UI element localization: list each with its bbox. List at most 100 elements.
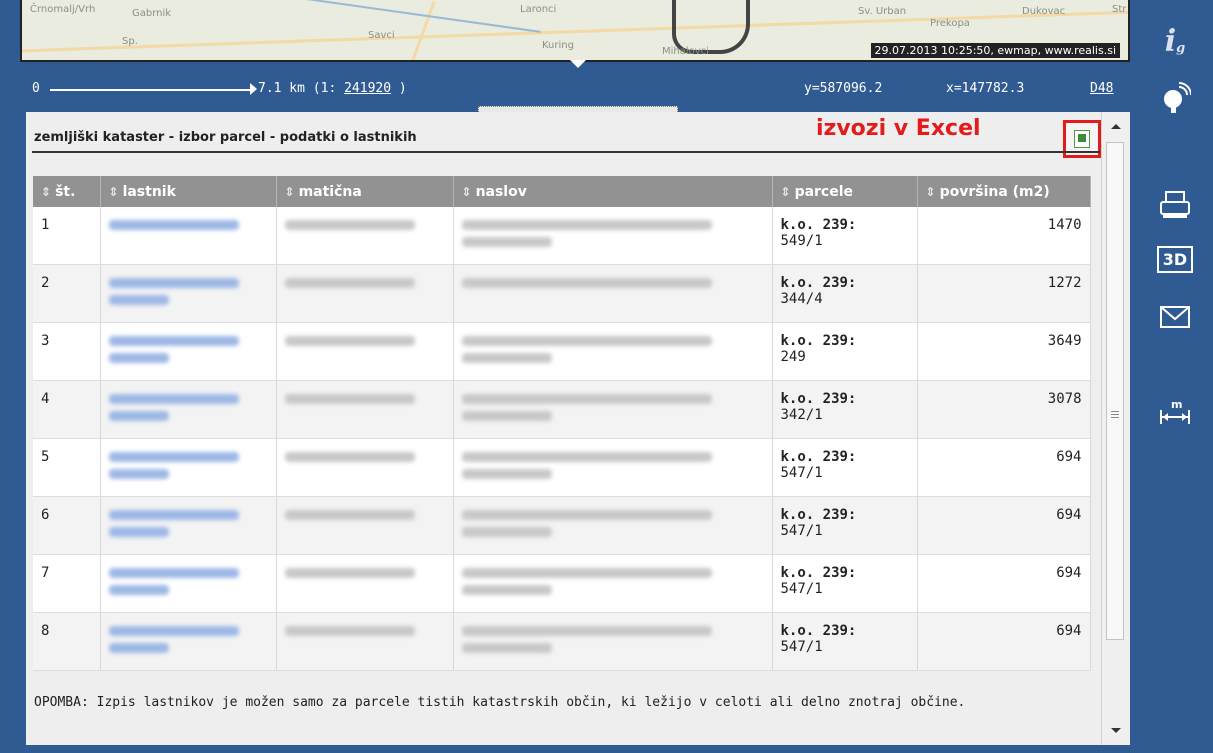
datum-link[interactable]: D48: [1090, 81, 1113, 96]
table-row: 2 k.o. 239: 344/4 1272: [33, 264, 1091, 323]
address-cell: [453, 612, 773, 671]
scroll-down-icon[interactable]: [1111, 728, 1121, 733]
export-label: izvozi v Excel: [816, 116, 981, 141]
area-cell: 694: [917, 554, 1091, 613]
scroll-up-icon[interactable]: [1111, 124, 1121, 129]
scale-ratio-link[interactable]: 241920: [344, 81, 391, 96]
redacted-address: [461, 585, 552, 595]
3d-icon[interactable]: 3D: [1154, 240, 1196, 278]
id-cell: [276, 496, 454, 555]
map-label: Laronci: [520, 4, 557, 15]
owner-link[interactable]: [100, 380, 277, 439]
col-header-no[interactable]: ⇕ št.: [33, 176, 101, 207]
grip-icon: [1111, 411, 1119, 412]
address-cell: [453, 207, 773, 265]
row-number: 5: [33, 438, 101, 497]
owner-link[interactable]: [100, 264, 277, 323]
map-collapse-arrow[interactable]: [570, 60, 586, 68]
redacted-name: [108, 220, 239, 230]
redacted-id: [284, 452, 415, 462]
sort-icon: ⇕: [284, 184, 295, 199]
owner-link[interactable]: [100, 554, 277, 613]
redacted-address: [461, 336, 712, 346]
address-cell: [453, 438, 773, 497]
coord-x: x=147782.3: [946, 81, 1025, 96]
area-cell: 1470: [917, 207, 1091, 265]
parcel-cell: k.o. 239: 547/1: [772, 438, 918, 497]
area-cell: 3078: [917, 380, 1091, 439]
map-view[interactable]: Črnomalj/Vrh Gabrnik Sp. Savci Laronci K…: [20, 0, 1130, 62]
redacted-address: [461, 220, 712, 230]
col-header-owner[interactable]: ⇕ lastnik: [100, 176, 277, 207]
parcel-cell: k.o. 239: 547/1: [772, 496, 918, 555]
map-river: [243, 0, 541, 33]
row-number: 2: [33, 264, 101, 323]
scroll-thumb[interactable]: [1106, 142, 1124, 640]
sort-icon: ⇕: [925, 184, 936, 199]
owner-link[interactable]: [100, 612, 277, 671]
redacted-address: [461, 394, 712, 404]
map-label: Prekopa: [930, 18, 970, 29]
sort-icon: ⇕: [461, 184, 472, 199]
redacted-address: [461, 353, 552, 363]
redacted-name: [108, 295, 169, 305]
parcel-cell: k.o. 239: 342/1: [772, 380, 918, 439]
main-area: Črnomalj/Vrh Gabrnik Sp. Savci Laronci K…: [0, 0, 1140, 753]
area-cell: 694: [917, 438, 1091, 497]
redacted-id: [284, 626, 415, 636]
col-header-id[interactable]: ⇕ matična: [276, 176, 454, 207]
redacted-name: [108, 411, 169, 421]
parcel-cell: k.o. 239: 549/1: [772, 207, 918, 265]
print-icon[interactable]: [1154, 186, 1196, 224]
redacted-id: [284, 568, 415, 578]
redacted-id: [284, 394, 415, 404]
scale-close: ): [391, 81, 407, 96]
map-label: Dukovac: [1022, 6, 1066, 17]
panel-scrollbar[interactable]: [1101, 112, 1130, 745]
scale-slider-track[interactable]: [50, 89, 254, 91]
redacted-name: [108, 527, 169, 537]
address-cell: [453, 380, 773, 439]
redacted-name: [108, 394, 239, 404]
map-timestamp: 29.07.2013 10:25:50, ewmap, www.realis.s…: [870, 43, 1120, 58]
id-cell: [276, 264, 454, 323]
row-number: 6: [33, 496, 101, 555]
redacted-id: [284, 510, 415, 520]
redacted-address: [461, 278, 712, 288]
redacted-id: [284, 278, 415, 288]
owner-link[interactable]: [100, 438, 277, 497]
redacted-address: [461, 510, 712, 520]
owner-link[interactable]: [100, 322, 277, 381]
redacted-address: [461, 568, 712, 578]
table-row: 4 k.o. 239: 342/1 3078: [33, 380, 1091, 439]
redacted-id: [284, 336, 415, 346]
map-label: Savci: [368, 30, 395, 41]
table-header-row: ⇕ št. ⇕ lastnik ⇕ matična ⇕ naslov ⇕ parcele …: [33, 176, 1091, 207]
id-cell: [276, 438, 454, 497]
redacted-name: [108, 452, 239, 462]
scale-slider-thumb[interactable]: [250, 83, 257, 95]
redacted-name: [108, 626, 239, 636]
row-number: 3: [33, 322, 101, 381]
area-cell: 3649: [917, 322, 1091, 381]
col-header-address[interactable]: ⇕ naslov: [453, 176, 773, 207]
map-label: Str: [1112, 4, 1127, 15]
scale-zero: 0: [32, 81, 40, 96]
address-cell: [453, 264, 773, 323]
measure-icon[interactable]: m: [1154, 394, 1196, 432]
redacted-name: [108, 336, 239, 346]
mail-icon[interactable]: [1154, 298, 1196, 336]
redacted-address: [461, 452, 712, 462]
col-header-area[interactable]: ⇕ površina (m2): [917, 176, 1091, 207]
ig-logo-icon[interactable]: ig: [1154, 22, 1196, 60]
scale-bar: 0 7.1 km (1: 241920 ) y=587096.2 x=14778…: [28, 80, 1138, 102]
satellite-icon[interactable]: [1154, 78, 1196, 116]
col-header-parcels[interactable]: ⇕ parcele: [772, 176, 918, 207]
map-label: Kuring: [542, 40, 574, 51]
redacted-name: [108, 568, 239, 578]
owner-link[interactable]: [100, 496, 277, 555]
redacted-name: [108, 643, 169, 653]
row-number: 7: [33, 554, 101, 613]
owner-link[interactable]: [100, 207, 277, 265]
redacted-name: [108, 353, 169, 363]
